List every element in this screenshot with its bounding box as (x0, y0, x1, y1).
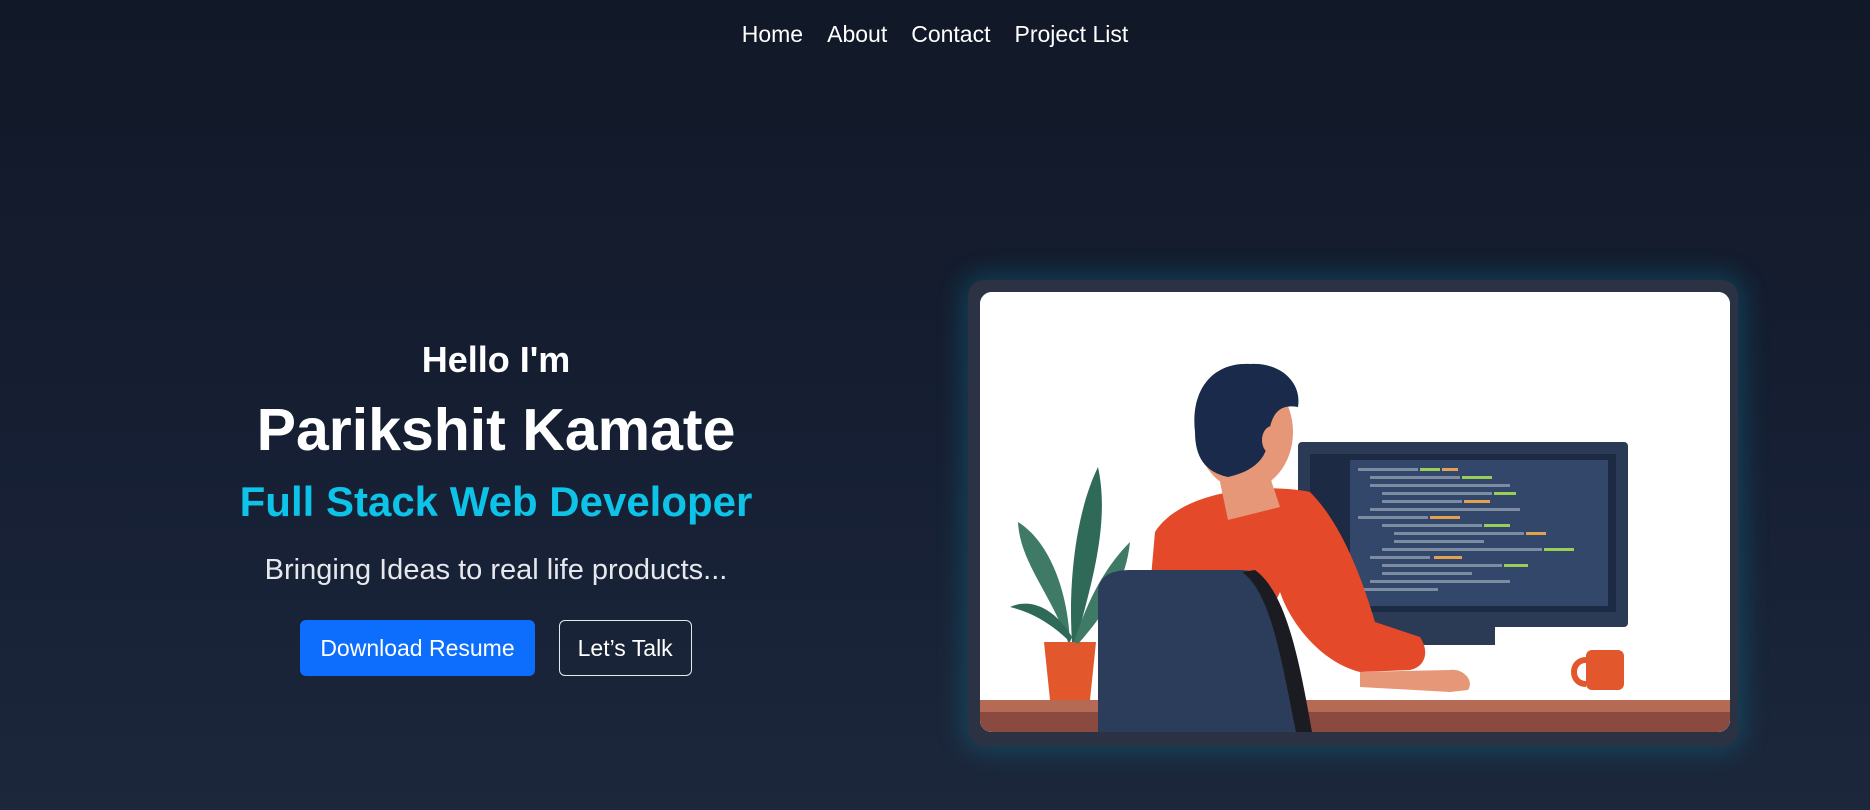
nav-link-contact[interactable]: Contact (911, 16, 990, 52)
developer-at-desk-illustration-icon (980, 292, 1730, 732)
developer-illustration (980, 292, 1730, 732)
nav-link-about[interactable]: About (827, 16, 887, 52)
hero-tagline: Bringing Ideas to real life products... (264, 554, 728, 586)
nav-link-project-list[interactable]: Project List (1014, 16, 1128, 52)
hero-intro: Hello I'm Parikshit Kamate Full Stack We… (196, 330, 796, 676)
hero-greeting: Hello I'm (421, 339, 571, 380)
top-nav: Home About Contact Project List (0, 16, 1870, 52)
download-resume-button[interactable]: Download Resume (300, 620, 535, 676)
hero-role: Full Stack Web Developer (239, 478, 753, 525)
hero-image-frame (968, 280, 1738, 746)
hero-actions: Download Resume Let’s Talk (196, 620, 796, 676)
hero-name: Parikshit Kamate (256, 397, 736, 463)
nav-link-home[interactable]: Home (742, 16, 803, 52)
lets-talk-button[interactable]: Let’s Talk (558, 620, 692, 676)
